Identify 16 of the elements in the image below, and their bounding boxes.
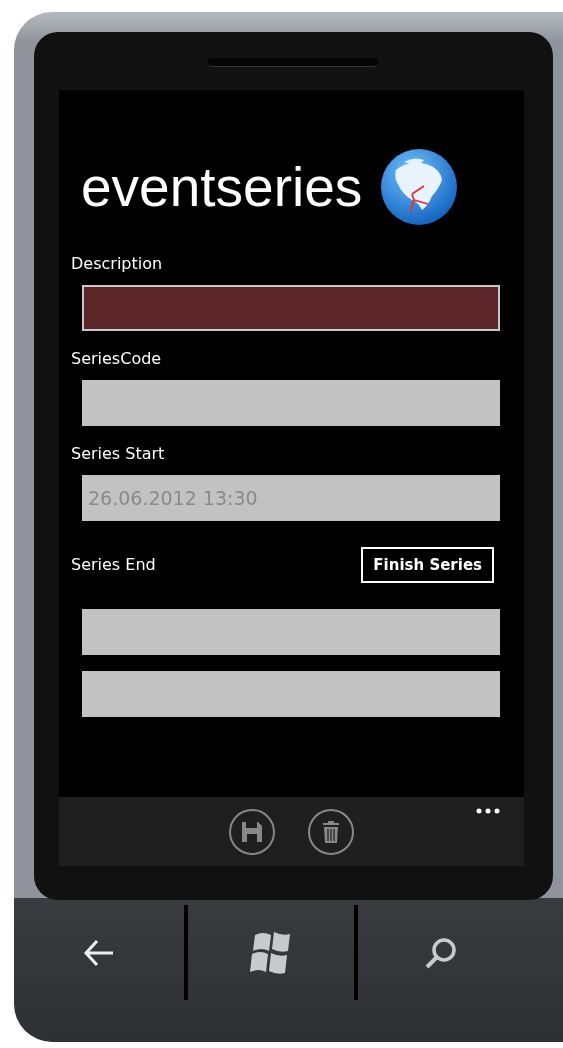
field-label: Description bbox=[71, 253, 164, 275]
text-field[interactable] bbox=[82, 609, 500, 655]
field-label: Series Start bbox=[71, 443, 166, 465]
delete-button[interactable] bbox=[308, 809, 354, 855]
field-label: SeriesCode bbox=[71, 348, 163, 370]
app-title: eventseries bbox=[81, 155, 363, 220]
text-field[interactable] bbox=[82, 671, 500, 717]
finish-series-button[interactable]: Finish Series bbox=[361, 547, 494, 583]
field-label: Series End bbox=[71, 554, 156, 576]
search-icon bbox=[424, 935, 458, 970]
save-button[interactable] bbox=[229, 809, 275, 855]
more-options-icon[interactable] bbox=[476, 808, 500, 814]
text-field[interactable] bbox=[82, 285, 500, 331]
text-field[interactable] bbox=[82, 380, 500, 426]
globe-icon bbox=[380, 148, 459, 226]
trash-icon bbox=[322, 820, 340, 844]
